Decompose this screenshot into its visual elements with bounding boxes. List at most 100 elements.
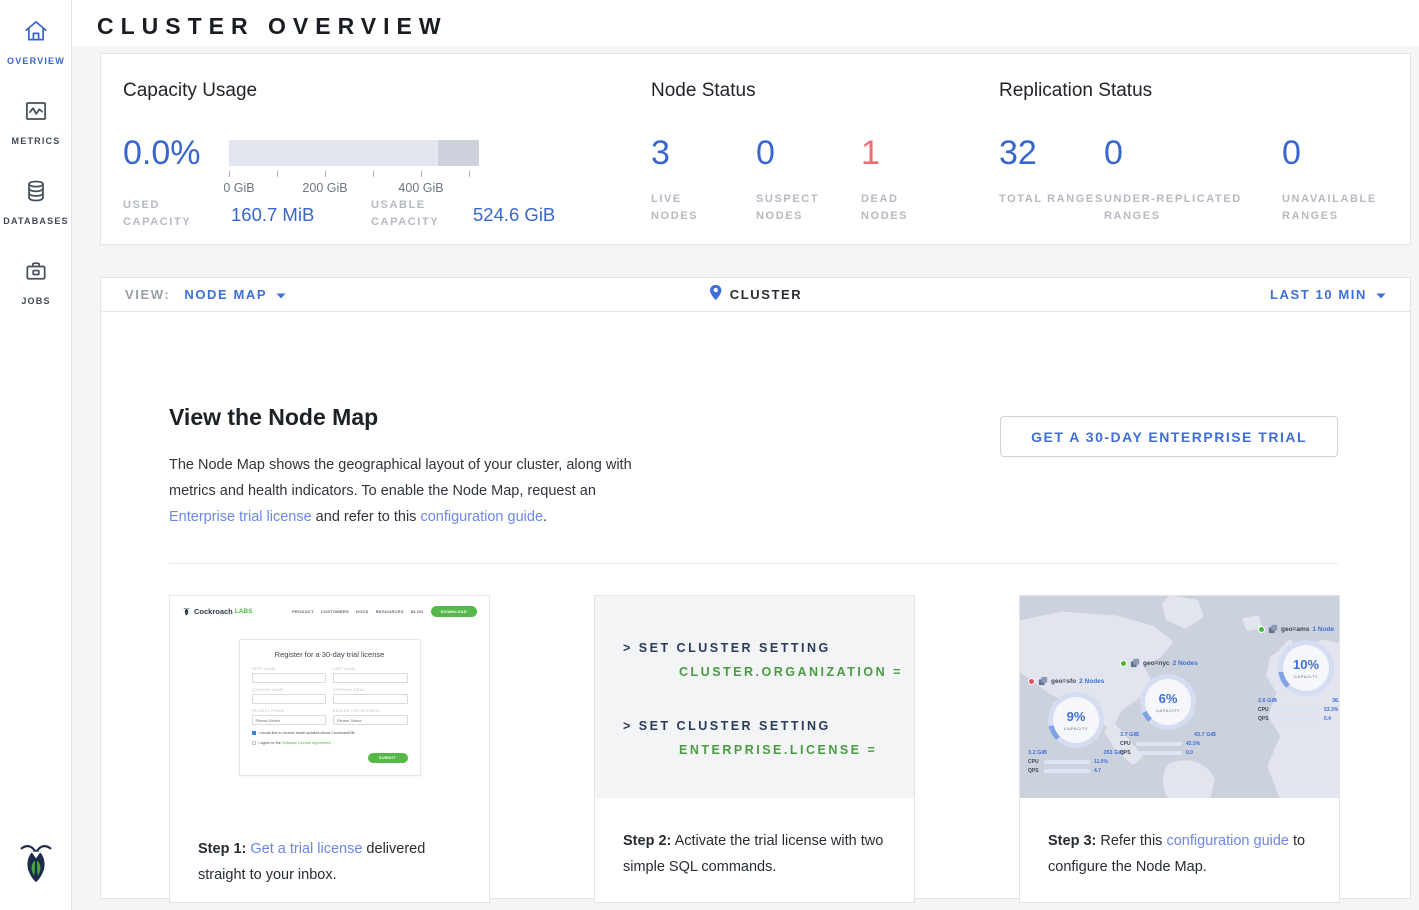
qps-bar: [1274, 717, 1320, 721]
sidebar-item-jobs[interactable]: JOBS: [0, 240, 72, 320]
configuration-guide-link[interactable]: configuration guide: [420, 509, 543, 525]
sql-command: > SET CLUSTER SETTING: [623, 714, 914, 738]
qps-bar: [1044, 769, 1090, 773]
capacity-gauge: 9% CAPACITY: [1048, 692, 1104, 748]
app-root: OVERVIEW METRICS DATABASES: [0, 0, 1419, 910]
mini-site-nav: PRODUCT CUSTOMERS DOCS RESOURCES BLOG DO…: [292, 606, 477, 617]
sidebar-item-databases[interactable]: DATABASES: [0, 160, 72, 240]
capacity-range: 3.2 GiB 351 GiB: [1028, 750, 1124, 756]
sidebar-item-overview[interactable]: OVERVIEW: [0, 0, 72, 80]
capacity-axis: 0 GiB 200 GiB 400 GiB: [229, 171, 481, 177]
step-1-card: Cockroach LABS PRODUCT CUSTOMERS DOCS RE…: [169, 595, 490, 903]
locality-node-count: 2 Nodes: [1173, 660, 1198, 667]
sql-commands-illustration: > SET CLUSTER SETTING CLUSTER.ORGANIZATI…: [595, 596, 914, 798]
cpu-value: 11.0%: [1094, 759, 1108, 765]
sidebar-item-metrics[interactable]: METRICS: [0, 80, 72, 160]
view-dropdown[interactable]: NODE MAP: [184, 287, 286, 302]
sidebar: OVERVIEW METRICS DATABASES: [0, 0, 72, 910]
cpu-row: CPU 42.5%: [1120, 741, 1216, 747]
mini-site-header: Cockroach LABS PRODUCT CUSTOMERS DOCS RE…: [170, 596, 489, 623]
dead-nodes-label: DEAD NODES: [861, 191, 941, 225]
description-text: and refer to this: [312, 509, 421, 525]
nav-item: CUSTOMERS: [321, 609, 349, 614]
locality-name: geo=nyc: [1143, 660, 1170, 667]
dead-nodes-value: 1: [861, 134, 966, 173]
form-fields: FIRST NAME LAST NAME COMPANY NAME COMPAN…: [252, 667, 408, 725]
node-status-stats: 3 LIVE NODES 0 SUSPECT NODES 1 DEAD NODE…: [651, 134, 966, 225]
geo-sfo-widget: geo=sfo 2 Nodes 9% CAPACITY 3.2 GiB: [1028, 676, 1124, 774]
form-field: COMPANY EMAIL: [333, 688, 408, 704]
qps-value: 4.7: [1094, 768, 1101, 774]
cpu-label: CPU: [1120, 741, 1136, 747]
configuration-guide-link[interactable]: configuration guide: [1166, 833, 1289, 849]
sql-block: > SET CLUSTER SETTING ENTERPRISE.LICENSE…: [623, 714, 914, 762]
capacity-gauge: 10% CAPACITY: [1278, 640, 1334, 696]
get-enterprise-trial-button[interactable]: GET A 30-DAY ENTERPRISE TRIAL: [1000, 416, 1338, 457]
chevron-down-icon: [276, 287, 286, 302]
checkbox-label: I would like to receive email updates ab…: [259, 731, 356, 735]
geo-ams-widget: geo=ams 1 Node 10% CAPACITY 3.6 GiB: [1258, 624, 1339, 722]
node-map-preview: geo=sfo 2 Nodes 9% CAPACITY 3.2 GiB: [1020, 596, 1339, 798]
under-replicated-ranges-stat: 0 UNDER-REPLICATED RANGES: [1104, 134, 1282, 225]
nav-item: DOCS: [356, 609, 369, 614]
download-button: DOWNLOAD: [431, 606, 477, 617]
live-nodes-value: 3: [651, 134, 756, 173]
axis-tick-label: 400 GiB: [398, 181, 443, 195]
capacity-total: 36.4 GiB: [1332, 698, 1339, 704]
sidebar-item-label: METRICS: [0, 136, 72, 146]
used-capacity-value: 160.7 MiB: [231, 204, 314, 226]
cpu-value: 42.5%: [1186, 741, 1200, 747]
enterprise-trial-license-link[interactable]: Enterprise trial license: [169, 509, 312, 525]
jobs-icon: [23, 258, 49, 289]
capacity-bar: [229, 140, 479, 166]
form-field: FIRST NAME: [252, 667, 327, 683]
replication-status-title: Replication Status: [999, 80, 1152, 102]
node-map-card: VIEW: NODE MAP CLUSTER LAST 10 MIN: [100, 277, 1411, 899]
field-input: [333, 694, 408, 704]
form-field: LAST NAME: [333, 667, 408, 683]
capacity-label: CAPACITY: [1294, 674, 1318, 679]
dead-nodes-stat: 1 DEAD NODES: [861, 134, 966, 225]
capacity-percent: 6%: [1159, 691, 1178, 706]
step-3-caption: Step 3: Refer this configuration guide t…: [1020, 798, 1339, 880]
form-field: PROJECT PHASE Please Select: [252, 709, 327, 725]
trial-license-site-screenshot: Cockroach LABS PRODUCT CUSTOMERS DOCS RE…: [170, 596, 489, 806]
capacity-range: 3.6 GiB 36.4 GiB: [1258, 698, 1339, 704]
unavailable-ranges-value: 0: [1282, 134, 1419, 173]
field-label: LAST NAME: [333, 667, 408, 671]
view-dropdown-value: NODE MAP: [184, 287, 267, 302]
step-number: Step 3:: [1048, 833, 1096, 849]
locality-header: geo=ams 1 Node: [1258, 624, 1339, 634]
field-input: [252, 694, 327, 704]
qps-label: QPS: [1120, 750, 1136, 756]
cluster-summary-card: Capacity Usage 0.0% 0 GiB 200 GiB 400 Gi…: [100, 53, 1411, 245]
cpu-bar: [1044, 760, 1090, 764]
time-range-dropdown[interactable]: LAST 10 MIN: [1270, 287, 1386, 302]
description-text: The Node Map shows the geographical layo…: [169, 457, 632, 499]
checkbox-unchecked-icon: [252, 741, 256, 745]
step-number: Step 1:: [198, 841, 246, 857]
replication-status-stats: 32 TOTAL RANGES 0 UNDER-REPLICATED RANGE…: [999, 134, 1419, 225]
field-select: Please Select: [252, 715, 327, 725]
unavailable-ranges-label: UNAVAILABLE RANGES: [1282, 191, 1402, 225]
sql-argument: CLUSTER.ORGANIZATION =: [623, 660, 914, 684]
field-label: PROJECT PHASE: [252, 709, 327, 713]
get-trial-license-link[interactable]: Get a trial license: [250, 841, 362, 857]
axis-tick: [373, 171, 374, 177]
status-badge: [1120, 660, 1127, 667]
axis-tick: [325, 171, 326, 177]
status-badge: [1028, 678, 1035, 685]
home-icon: [23, 18, 49, 49]
unavailable-ranges-stat: 0 UNAVAILABLE RANGES: [1282, 134, 1419, 225]
sidebar-item-label: DATABASES: [0, 216, 72, 226]
sql-block: > SET CLUSTER SETTING CLUSTER.ORGANIZATI…: [623, 636, 914, 684]
capacity-used: 3.7 GiB: [1120, 732, 1139, 738]
live-nodes-stat: 3 LIVE NODES: [651, 134, 756, 225]
trial-register-form: Register for a 30-day trial license FIRS…: [239, 639, 421, 776]
checkbox-label: I agree to the Software License Agreemen…: [259, 741, 332, 745]
step-1-caption: Step 1: Get a trial license delivered st…: [170, 806, 489, 888]
under-replicated-ranges-label: UNDER-REPLICATED RANGES: [1104, 191, 1274, 225]
metrics-icon: [23, 98, 49, 129]
email-updates-checkbox-row: I would like to receive email updates ab…: [252, 731, 408, 735]
cpu-label: CPU: [1028, 759, 1044, 765]
